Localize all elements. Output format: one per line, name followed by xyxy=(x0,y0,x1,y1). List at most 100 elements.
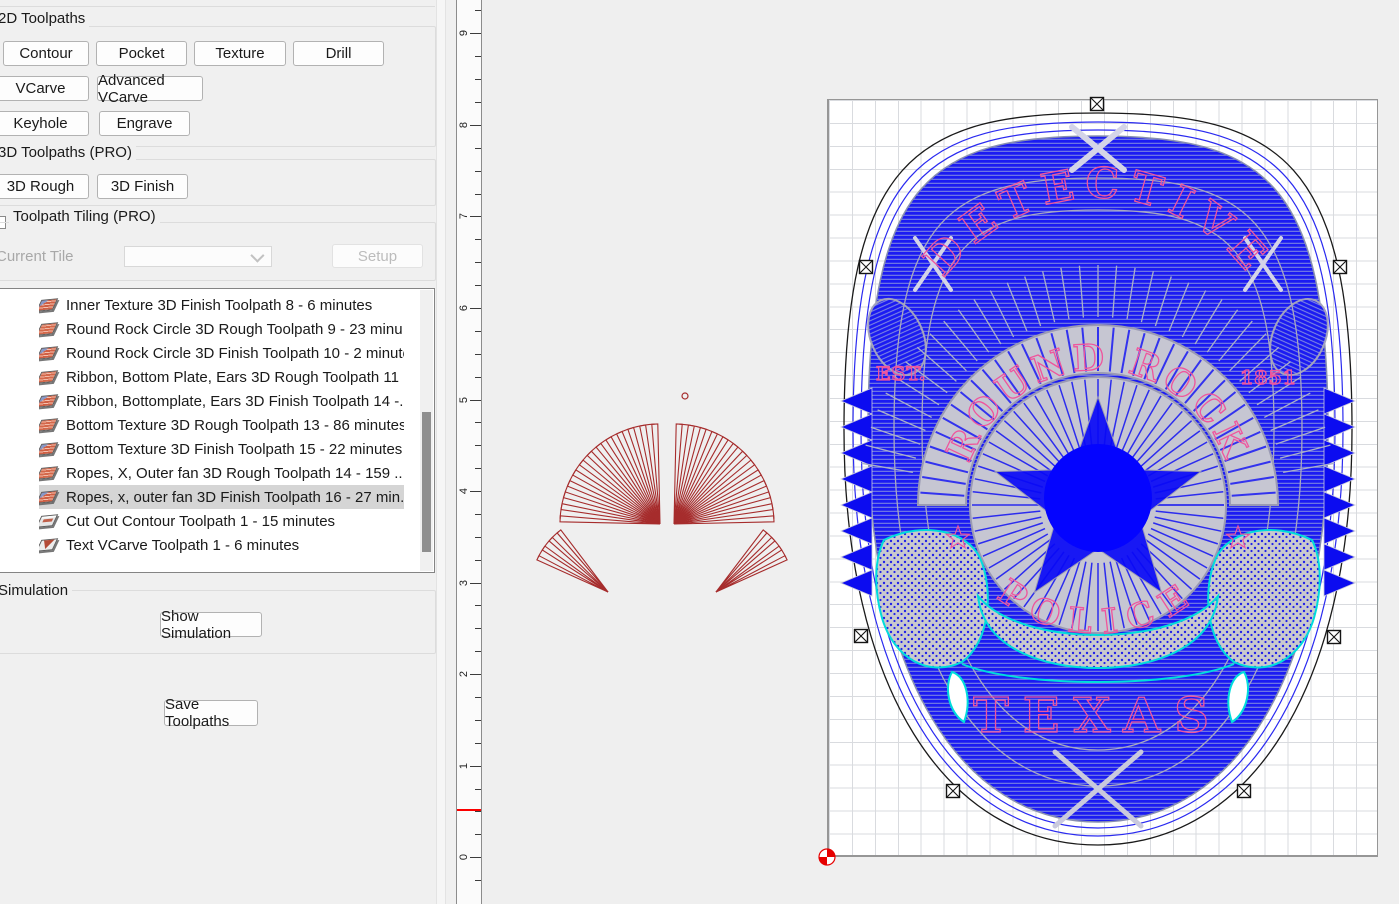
ruler-tick xyxy=(475,194,481,195)
ruler-label: 5 xyxy=(458,393,472,407)
toolpath-list-item[interactable]: Bottom Texture 3D Rough Toolpath 13 - 86… xyxy=(39,413,404,437)
badge-text-texas: TEXAS xyxy=(973,688,1223,744)
ruler-tick xyxy=(475,537,481,538)
ruler-tick xyxy=(475,354,481,355)
list-scrollbar xyxy=(420,290,433,571)
ruler-label: 9 xyxy=(458,26,472,40)
toolpath-label: Round Rock Circle 3D Rough Toolpath 9 - … xyxy=(66,321,404,338)
toolpath-label: Cut Out Contour Toolpath 1 - 15 minutes xyxy=(66,513,335,530)
panel-divider xyxy=(0,6,435,7)
fan-vector-group[interactable] xyxy=(537,393,787,592)
button-keyhole[interactable]: Keyhole xyxy=(0,111,89,136)
vertical-ruler: 0123456789 xyxy=(456,0,482,904)
ruler-label: 7 xyxy=(458,209,472,223)
3d-finish-toolpath-icon xyxy=(39,442,58,456)
ruler-label: 0 xyxy=(458,850,472,864)
vcarve-toolpath-icon xyxy=(39,538,58,552)
left-stipple-ribbon xyxy=(876,530,988,668)
toolpath-list-item[interactable]: Text VCarve Toolpath 1 - 6 minutes xyxy=(39,533,404,557)
ruler-tick xyxy=(475,445,481,446)
ruler-tick xyxy=(475,171,481,172)
toolpath-list-item[interactable]: Ropes, X, Outer fan 3D Rough Toolpath 14… xyxy=(39,461,404,485)
ruler-tick xyxy=(475,834,481,835)
material-origin-marker xyxy=(819,849,835,865)
badge-text-year: 1851 xyxy=(1240,367,1297,389)
ruler-tick xyxy=(475,148,481,149)
ruler-tick xyxy=(475,720,481,721)
button-contour[interactable]: Contour xyxy=(3,41,89,66)
group-label-2d-toolpaths: 2D Toolpaths xyxy=(0,10,89,27)
ruler-tick xyxy=(475,628,481,629)
ruler-tick xyxy=(475,79,481,80)
ruler-label: 6 xyxy=(458,301,472,315)
list-scrollbar-thumb[interactable] xyxy=(422,412,431,552)
button-advanced-vcarve[interactable]: Advanced VCarve xyxy=(97,76,203,101)
ruler-tick xyxy=(475,789,481,790)
button-3d-rough[interactable]: 3D Rough xyxy=(0,174,89,199)
button-engrave[interactable]: Engrave xyxy=(99,111,190,136)
ruler-tick xyxy=(475,880,481,881)
3d-rough-toolpath-icon xyxy=(39,322,58,336)
group-label-simulation: Simulation xyxy=(0,582,72,599)
current-tile-select xyxy=(124,246,272,267)
right-stipple-ribbon xyxy=(1208,530,1320,668)
toolpath-list: Inner Texture 3D Finish Toolpath 8 - 6 m… xyxy=(0,288,435,573)
ruler-tick xyxy=(475,811,481,812)
show-simulation-button[interactable]: Show Simulation xyxy=(160,612,262,637)
ruler-label: 4 xyxy=(458,484,472,498)
ruler-tick xyxy=(475,56,481,57)
button-drill[interactable]: Drill xyxy=(293,41,384,66)
setup-button: Setup xyxy=(332,244,423,268)
toolpath-list-item[interactable]: Bottom Texture 3D Finish Toolpath 15 - 2… xyxy=(39,437,404,461)
canvas-2d-view[interactable]: DETECTIVE ROUND ROCK POLICE TEXAS EST. 1… xyxy=(482,0,1399,904)
ruler-tick xyxy=(475,468,481,469)
toolpath-label: Bottom Texture 3D Finish Toolpath 15 - 2… xyxy=(66,441,402,458)
small-circle-vector xyxy=(682,393,688,399)
3d-rough-toolpath-icon xyxy=(39,370,58,384)
ruler-tick xyxy=(475,102,481,103)
ruler-tick xyxy=(475,331,481,332)
3d-finish-toolpath-icon xyxy=(39,490,58,504)
toolpath-list-item[interactable]: Inner Texture 3D Finish Toolpath 8 - 6 m… xyxy=(39,293,404,317)
toolpath-label: Inner Texture 3D Finish Toolpath 8 - 6 m… xyxy=(66,297,372,314)
toolpath-label: Ribbon, Bottom Plate, Ears 3D Rough Tool… xyxy=(66,369,404,386)
toolpath-list-item[interactable]: Ribbon, Bottom Plate, Ears 3D Rough Tool… xyxy=(39,365,404,389)
ruler-label: 1 xyxy=(458,759,472,773)
3d-rough-toolpath-icon xyxy=(39,418,58,432)
toolpath-list-item[interactable]: Round Rock Circle 3D Rough Toolpath 9 - … xyxy=(39,317,404,341)
toolpath-list-item[interactable]: Round Rock Circle 3D Finish Toolpath 10 … xyxy=(39,341,404,365)
button-3d-finish[interactable]: 3D Finish xyxy=(97,174,188,199)
toolpath-label: Round Rock Circle 3D Finish Toolpath 10 … xyxy=(66,345,404,362)
button-texture[interactable]: Texture xyxy=(194,41,286,66)
ruler-tick xyxy=(475,422,481,423)
toolpath-list-item[interactable]: Cut Out Contour Toolpath 1 - 15 minutes xyxy=(39,509,404,533)
panel-splitter[interactable] xyxy=(436,0,446,904)
badge-vector-group[interactable]: DETECTIVE ROUND ROCK POLICE TEXAS EST. 1… xyxy=(841,113,1355,845)
button-pocket[interactable]: Pocket xyxy=(96,41,187,66)
3d-rough-toolpath-icon xyxy=(39,466,58,480)
toolpath-label: Ropes, x, outer fan 3D Finish Toolpath 1… xyxy=(66,489,404,506)
ruler-label: 8 xyxy=(458,118,472,132)
ruler-tick xyxy=(475,560,481,561)
group-label-3d-toolpaths: 3D Toolpaths (PRO) xyxy=(0,144,136,161)
ruler-tick xyxy=(475,285,481,286)
ruler-tick xyxy=(475,697,481,698)
3d-finish-toolpath-icon xyxy=(39,346,58,360)
toolpath-label: Ropes, X, Outer fan 3D Rough Toolpath 14… xyxy=(66,465,404,482)
toolpath-list-item-selected[interactable]: Ropes, x, outer fan 3D Finish Toolpath 1… xyxy=(39,485,404,509)
vector-drawing: DETECTIVE ROUND ROCK POLICE TEXAS EST. 1… xyxy=(482,0,1399,904)
toolpath-panel: 2D Toolpaths Contour Pocket Texture Dril… xyxy=(0,0,436,904)
ruler-label: 3 xyxy=(458,576,472,590)
ruler-tick xyxy=(475,651,481,652)
group-label-toolpath-tiling: Toolpath Tiling (PRO) xyxy=(9,208,160,225)
center-star-core xyxy=(1044,444,1152,552)
3d-finish-toolpath-icon xyxy=(39,394,58,408)
toolpath-label: Text VCarve Toolpath 1 - 6 minutes xyxy=(66,537,299,554)
ruler-tick xyxy=(475,377,481,378)
chevron-down-icon xyxy=(250,248,264,262)
ruler-tick xyxy=(475,605,481,606)
ruler-tick xyxy=(475,514,481,515)
save-toolpaths-button[interactable]: Save Toolpaths xyxy=(164,700,258,726)
button-vcarve[interactable]: VCarve xyxy=(0,76,89,101)
toolpath-list-item[interactable]: Ribbon, Bottomplate, Ears 3D Finish Tool… xyxy=(39,389,404,413)
